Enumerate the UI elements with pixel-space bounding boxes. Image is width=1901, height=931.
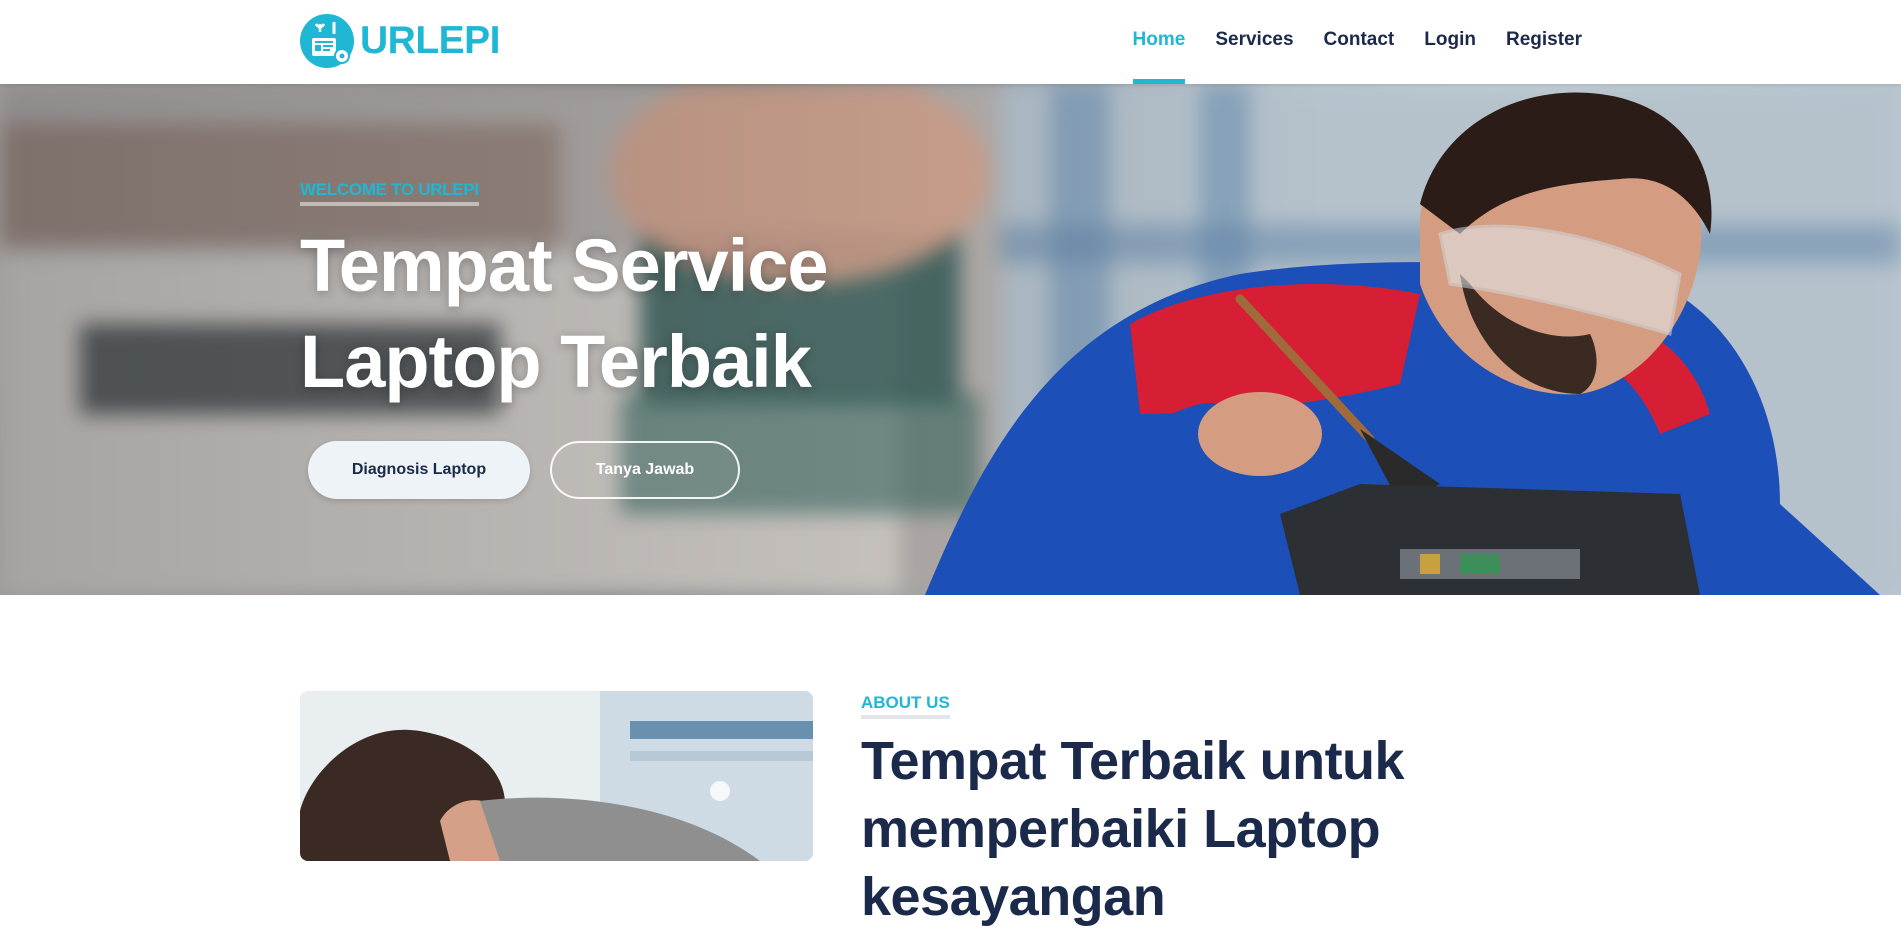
- diagnosis-laptop-button[interactable]: Diagnosis Laptop: [308, 441, 530, 499]
- hero-title: Tempat Service Laptop Terbaik: [300, 224, 829, 403]
- hero-section: WELCOME TO URLEPI Tempat Service Laptop …: [0, 84, 1901, 595]
- brand-name: URLEPI: [360, 19, 501, 62]
- about-title: Tempat Terbaik untuk memperbaiki Laptop …: [861, 731, 1405, 927]
- hero-content: WELCOME TO URLEPI Tempat Service Laptop …: [300, 180, 1060, 410]
- about-section: ABOUT US Tempat Terbaik untuk memperbaik…: [861, 693, 1621, 931]
- about-kicker: ABOUT US: [861, 693, 950, 719]
- nav-contact[interactable]: Contact: [1309, 0, 1410, 84]
- hero-kicker: WELCOME TO URLEPI: [300, 180, 479, 206]
- nav-services[interactable]: Services: [1200, 0, 1308, 84]
- nav-login[interactable]: Login: [1409, 0, 1491, 84]
- hero-buttons: Diagnosis Laptop Tanya Jawab: [308, 441, 740, 499]
- tanya-jawab-button[interactable]: Tanya Jawab: [550, 441, 740, 499]
- main-nav: Home Services Contact Login Register: [1118, 0, 1597, 84]
- laptop-repair-icon: [300, 14, 354, 68]
- navbar: URLEPI Home Services Contact Login Regis…: [0, 0, 1901, 84]
- nav-home[interactable]: Home: [1118, 0, 1201, 84]
- technician-photo: [300, 691, 813, 861]
- about-image: [300, 691, 813, 861]
- nav-register[interactable]: Register: [1491, 0, 1597, 84]
- brand-logo-link[interactable]: URLEPI: [300, 14, 501, 68]
